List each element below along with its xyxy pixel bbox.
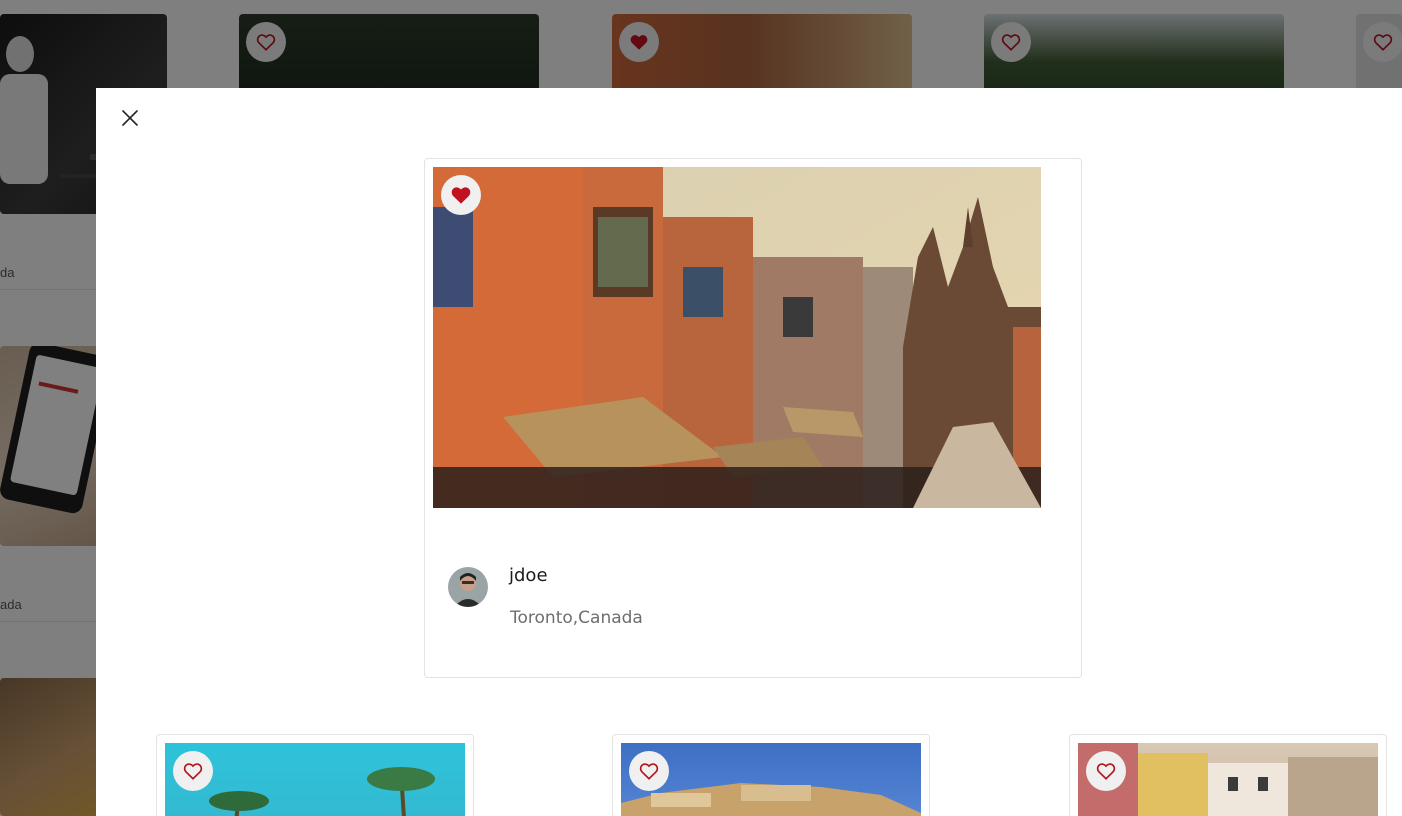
like-button[interactable]	[441, 175, 481, 215]
close-icon	[122, 110, 138, 126]
related-post-card[interactable]	[612, 734, 930, 816]
related-post-card[interactable]	[1069, 734, 1387, 816]
like-button[interactable]	[1086, 751, 1126, 791]
close-button[interactable]	[118, 106, 142, 130]
related-post-card[interactable]	[156, 734, 474, 816]
heart-outline-icon	[183, 763, 203, 780]
avatar[interactable]	[448, 567, 488, 607]
street-scene-image	[433, 167, 1041, 508]
post-modal: jdoe Toronto,Canada	[96, 88, 1402, 816]
heart-outline-icon	[639, 763, 659, 780]
author-location: Toronto,Canada	[510, 608, 643, 628]
author-username[interactable]: jdoe	[509, 565, 548, 586]
heart-outline-icon	[1096, 763, 1116, 780]
heart-filled-icon	[451, 187, 471, 204]
post-photo	[433, 167, 1041, 508]
like-button[interactable]	[173, 751, 213, 791]
post-card: jdoe Toronto,Canada	[424, 158, 1082, 678]
user-avatar-image	[448, 567, 488, 607]
like-button[interactable]	[629, 751, 669, 791]
